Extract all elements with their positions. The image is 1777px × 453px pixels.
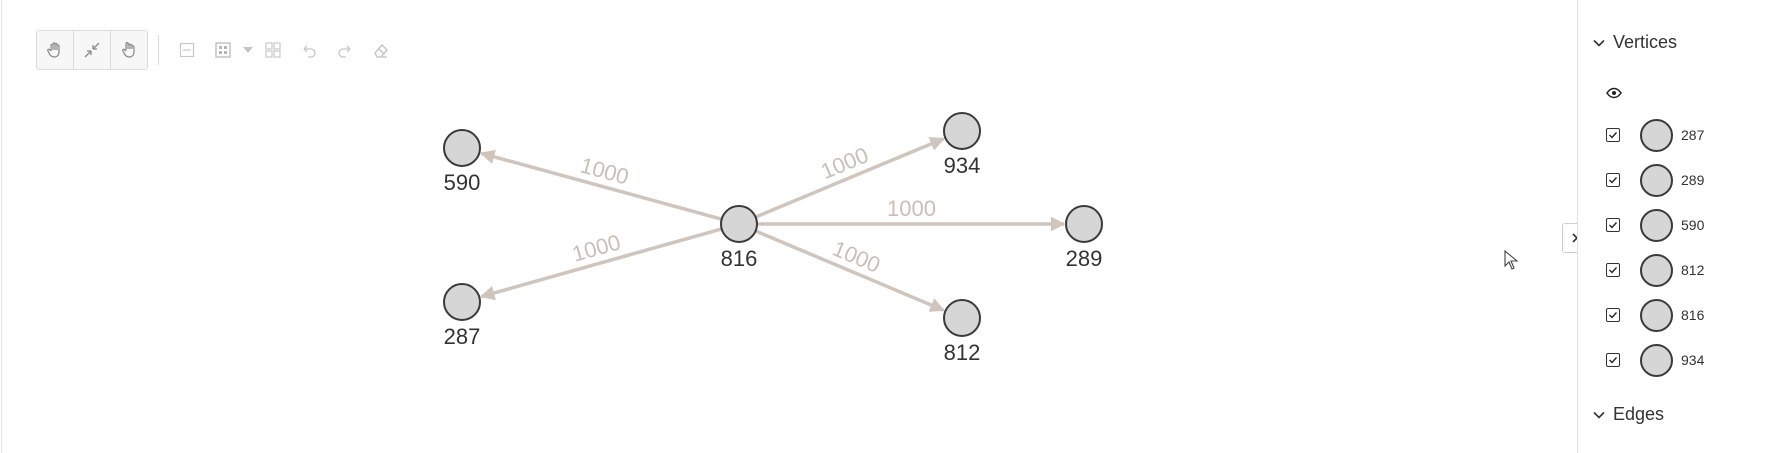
graph-node-812[interactable]: [943, 299, 981, 337]
vertex-style-swatch[interactable]: [1640, 343, 1673, 377]
edge-label: 1000: [817, 142, 872, 184]
graph-canvas[interactable]: 1000 1000 1000 1000 1000 590 934 816 289 287 812: [1, 0, 1588, 453]
vertex-label: 816: [1681, 307, 1705, 323]
graph-node-934[interactable]: [943, 112, 981, 150]
vertex-style-swatch[interactable]: [1640, 253, 1673, 287]
edge-label: 1000: [569, 229, 623, 266]
graph-node-816[interactable]: [720, 205, 758, 243]
vertex-visibility-checkbox[interactable]: [1606, 353, 1620, 367]
node-label: 590: [444, 170, 481, 195]
graph-node-287[interactable]: [443, 283, 481, 321]
vertex-style-swatch[interactable]: [1640, 298, 1673, 332]
node-label: 816: [721, 246, 758, 271]
vertex-label: 590: [1681, 217, 1705, 233]
mouse-cursor-icon: [1504, 249, 1519, 275]
vertex-label: 934: [1681, 352, 1705, 368]
node-label: 289: [1066, 246, 1103, 271]
vertex-visibility-checkbox[interactable]: [1606, 218, 1620, 232]
vertex-visibility-checkbox[interactable]: [1606, 173, 1620, 187]
node-label: 934: [944, 153, 981, 178]
vertex-row-289[interactable]: 289: [1606, 161, 1704, 199]
vertex-row-934[interactable]: 934: [1606, 341, 1704, 379]
edge-label: 1000: [829, 236, 884, 278]
edges-section-header[interactable]: Edges: [1593, 404, 1664, 425]
vertex-style-swatch[interactable]: [1640, 208, 1673, 242]
vertex-label: 812: [1681, 262, 1705, 278]
vertex-visibility-checkbox[interactable]: [1606, 263, 1620, 277]
graph-node-590[interactable]: [443, 129, 481, 167]
node-label: 812: [944, 340, 981, 365]
vertex-row-812[interactable]: 812: [1606, 251, 1704, 289]
chevron-down-icon: [1593, 39, 1605, 47]
vertex-visibility-checkbox[interactable]: [1606, 128, 1620, 142]
node-label: 287: [444, 324, 481, 349]
vertex-row-287[interactable]: 287: [1606, 116, 1704, 154]
graph-svg: 1000 100010001000 1000 590934816 289287812: [443, 112, 1103, 365]
side-panel: Vertices 287 289 590 812 816 934 Edges: [1577, 0, 1777, 453]
chevron-down-icon: [1593, 411, 1605, 419]
vertex-row-590[interactable]: 590: [1606, 206, 1704, 244]
eye-icon[interactable]: [1606, 86, 1622, 104]
edge-label: 1000: [887, 196, 936, 221]
vertex-style-swatch[interactable]: [1640, 163, 1673, 197]
vertices-section-header[interactable]: Vertices: [1593, 32, 1677, 53]
vertex-label: 287: [1681, 127, 1705, 143]
vertices-title: Vertices: [1613, 32, 1678, 52]
edge-label: 1000: [578, 153, 632, 190]
vertex-label: 289: [1681, 172, 1705, 188]
vertex-style-swatch[interactable]: [1640, 118, 1673, 152]
edges-title: Edges: [1613, 404, 1665, 424]
graph-node-289[interactable]: [1065, 205, 1103, 243]
vertex-row-816[interactable]: 816: [1606, 296, 1704, 334]
vertex-visibility-checkbox[interactable]: [1606, 308, 1620, 322]
